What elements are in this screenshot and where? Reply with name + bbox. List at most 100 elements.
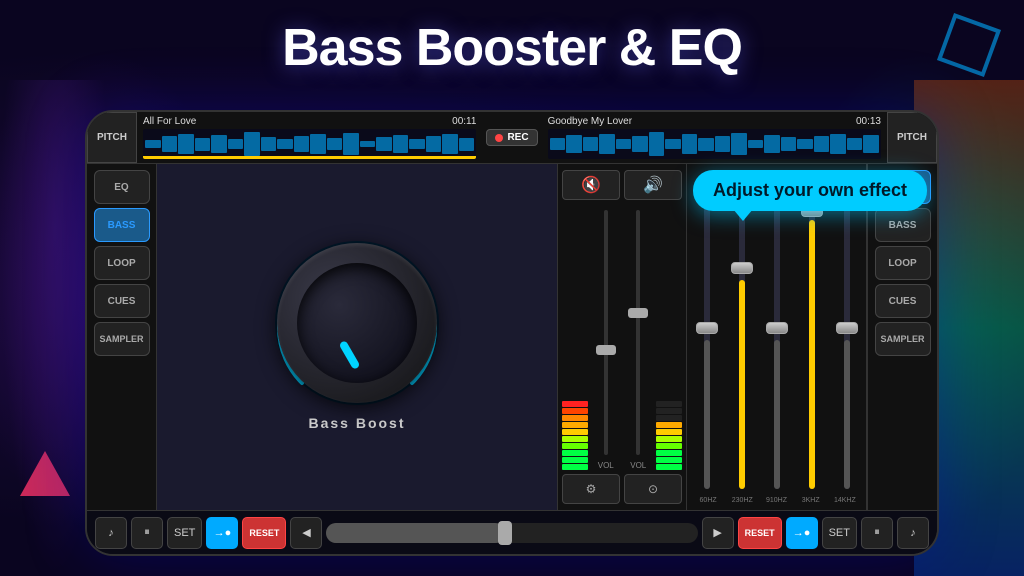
pitch-btn-right[interactable]: PITCH [887, 112, 937, 163]
rec-label: REC [507, 132, 528, 143]
eq-fader-track-230hz [739, 190, 745, 489]
reset-btn-right[interactable]: RESET [738, 517, 782, 549]
eq-fader-track-60hz [704, 190, 710, 489]
progress-handle[interactable] [498, 521, 512, 545]
arrow-btn-right[interactable]: →● [786, 517, 818, 549]
waveform-bar [731, 133, 747, 155]
track2-name: Goodbye My Lover [548, 116, 633, 127]
sampler-btn-left[interactable]: SAMPLER [94, 322, 150, 356]
reset-btn-left[interactable]: RESET [242, 517, 286, 549]
track1-info: All For Love 00:11 [143, 116, 476, 127]
eq-label-14khz: 14KHZ [833, 497, 857, 504]
waveform-bar [294, 136, 310, 153]
eq-fader-fill-14khz [844, 340, 850, 490]
eq-labels: 60HZ 230HZ 910HZ 3KHZ 14KHZ [691, 497, 862, 504]
waveform-bar [649, 132, 665, 155]
vu-seg [656, 443, 682, 449]
vu-seg [562, 415, 588, 421]
waveform-bar [145, 140, 161, 148]
waveform-bar [261, 137, 277, 151]
bass-btn-right[interactable]: BASS [875, 208, 931, 242]
bass-btn-left[interactable]: BASS [94, 208, 150, 242]
eq-fader-60hz[interactable] [691, 186, 722, 493]
arrow-btn-left[interactable]: →● [206, 517, 238, 549]
track1-section: All For Love 00:11 [137, 112, 482, 163]
progress-fill [326, 523, 504, 543]
cues-btn-right[interactable]: CUES [875, 284, 931, 318]
waveform-bar [698, 138, 714, 151]
eq-fader-230hz[interactable] [726, 186, 757, 493]
waveform-bar [360, 141, 376, 148]
set-btn-right[interactable]: SET [822, 517, 857, 549]
waveform-bar [442, 134, 458, 155]
eq-fader-fill-910hz [774, 340, 780, 490]
waveform-bar [376, 137, 392, 151]
waveform-bar [162, 136, 178, 152]
progress-bar[interactable] [326, 523, 697, 543]
eq-fader-3khz[interactable] [796, 186, 827, 493]
waveform-bars-right [548, 129, 881, 159]
tooltip-bubble: Adjust your own effect [693, 170, 927, 211]
eq-fader-14khz[interactable] [831, 186, 862, 493]
music-icon-left[interactable]: ♪ [95, 517, 127, 549]
waveform-bar [426, 136, 442, 152]
track1-waveform [143, 129, 476, 159]
set-btn-left[interactable]: SET [167, 517, 202, 549]
vu-seg [656, 436, 682, 442]
eq-label-910hz: 910HZ [764, 497, 788, 504]
fader-handle-right[interactable] [628, 308, 648, 318]
mixer-settings-btn[interactable]: ⚙ [562, 474, 620, 504]
eq-fader-fill-3khz [809, 220, 815, 489]
waveform-bar [327, 138, 343, 150]
waveform-bar [228, 139, 244, 149]
pause-btn-left[interactable]: ⏸ [131, 517, 163, 549]
vol-fader-left[interactable]: VOL [591, 206, 621, 470]
fader-track-left [604, 210, 608, 455]
position-bar-left [143, 156, 476, 159]
eq-label-60hz: 60HZ [696, 497, 720, 504]
mixer-record-btn[interactable]: ⊙ [624, 474, 682, 504]
eq-fader-track-910hz [774, 190, 780, 489]
pause-btn-right[interactable]: ⏸ [861, 517, 893, 549]
center-panel: Bass Boost [157, 164, 557, 510]
eq-btn-left[interactable]: EQ [94, 170, 150, 204]
eq-fader-track-14khz [844, 190, 850, 489]
knob-outer[interactable] [277, 243, 437, 403]
volume-down-btn[interactable]: 🔇 [562, 170, 620, 200]
mixer-bottom-buttons: ⚙ ⊙ [562, 474, 682, 504]
next-btn[interactable]: ▶ [702, 517, 734, 549]
eq-fader-handle-910hz[interactable] [766, 322, 788, 334]
eq-fader-handle-14khz[interactable] [836, 322, 858, 334]
eq-fader-910hz[interactable] [761, 186, 792, 493]
vu-seg [656, 415, 682, 421]
vu-seg [656, 401, 682, 407]
waveform-bars-left [143, 129, 476, 159]
fader-handle-left[interactable] [596, 345, 616, 355]
sampler-btn-right[interactable]: SAMPLER [875, 322, 931, 356]
waveform-bar [393, 135, 409, 153]
phone-frame: PITCH All For Love 00:11 [85, 110, 939, 556]
prev-btn[interactable]: ◀ [290, 517, 322, 549]
loop-btn-right[interactable]: LOOP [875, 246, 931, 280]
bass-knob-container[interactable] [277, 243, 437, 403]
mixer-top-buttons: 🔇 🔊 [562, 170, 682, 200]
vu-seg [562, 422, 588, 428]
waveform-bar [599, 134, 615, 155]
pitch-btn-left[interactable]: PITCH [87, 112, 137, 163]
vu-seg [656, 408, 682, 414]
vol-fader-right[interactable]: VOL [624, 206, 654, 470]
rec-button[interactable]: REC [486, 129, 537, 146]
track2-info: Goodbye My Lover 00:13 [548, 116, 881, 127]
eq-fader-handle-230hz[interactable] [731, 262, 753, 274]
waveform-bar [781, 137, 797, 151]
left-panel: EQ BASS LOOP CUES SAMPLER [87, 164, 157, 510]
loop-btn-left[interactable]: LOOP [94, 246, 150, 280]
cues-btn-left[interactable]: CUES [94, 284, 150, 318]
waveform-bar [797, 139, 813, 149]
eq-fader-handle-60hz[interactable] [696, 322, 718, 334]
volume-up-btn[interactable]: 🔊 [624, 170, 682, 200]
rec-dot [495, 134, 503, 142]
waveform-bar [178, 134, 194, 155]
eq-fader-fill-230hz [739, 280, 745, 489]
music-icon-right[interactable]: ♪ [897, 517, 929, 549]
